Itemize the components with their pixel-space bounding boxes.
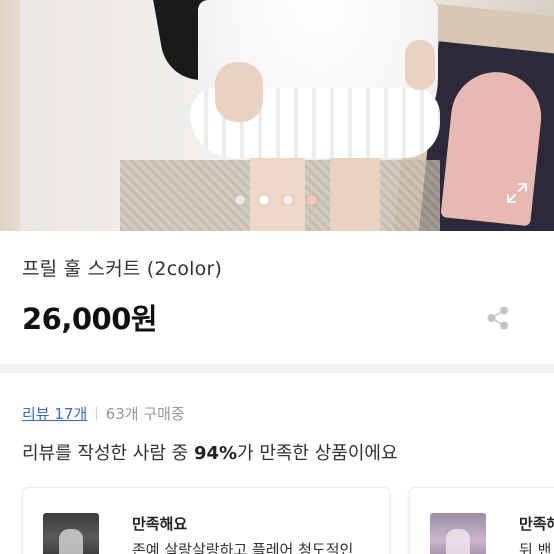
satisfaction-suffix: 가 만족한 상품이에요: [237, 443, 398, 464]
share-icon[interactable]: [487, 306, 509, 330]
product-image-gallery[interactable]: [0, 0, 554, 231]
gallery-pagination: [235, 195, 317, 205]
photo-model-leg: [250, 150, 305, 231]
product-title: 프릴 훌 스커트 (2color): [22, 258, 223, 280]
review-count-link[interactable]: 리뷰 17개: [22, 403, 87, 424]
review-photo[interactable]: [430, 513, 486, 554]
satisfaction-percent: 94%: [193, 443, 238, 464]
product-price: 26,000원: [22, 302, 158, 336]
review-card[interactable]: 만족해요 뒤 밴: [409, 487, 554, 554]
gallery-dot[interactable]: [235, 195, 245, 205]
photo-background-frame: [0, 0, 20, 231]
review-text: 존예 살랑살랑하고 플레어 청도적인: [132, 541, 354, 554]
section-divider: [0, 364, 554, 373]
review-card[interactable]: 만족해요 존예 살랑살랑하고 플레어 청도적인: [22, 487, 390, 554]
review-rating-label: 만족해요: [132, 515, 188, 533]
photo-model-leg: [330, 150, 380, 231]
review-photo[interactable]: [43, 513, 99, 554]
gallery-dot-active[interactable]: [259, 195, 269, 205]
gallery-dot[interactable]: [307, 195, 317, 205]
satisfaction-summary: 리뷰를 작성한 사람 중 94%가 만족한 상품이에요: [22, 439, 398, 465]
gallery-dot[interactable]: [283, 195, 293, 205]
expand-icon[interactable]: [506, 182, 528, 204]
review-text: 뒤 밴: [519, 541, 552, 554]
buyer-count: 63개 구매중: [105, 405, 185, 423]
photo-model-hand: [405, 40, 435, 90]
review-rating-label: 만족해요: [519, 515, 554, 533]
photo-model-hand: [215, 62, 263, 122]
separator: |: [94, 406, 99, 421]
satisfaction-prefix: 리뷰를 작성한 사람 중: [22, 443, 194, 464]
review-summary-line: 리뷰 17개 | 63개 구매중: [22, 403, 185, 424]
